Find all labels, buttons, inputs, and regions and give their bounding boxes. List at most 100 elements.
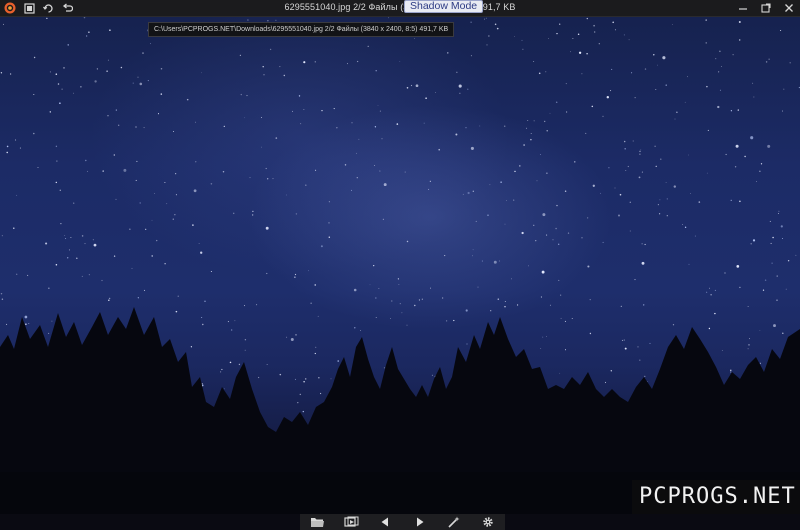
star: [750, 136, 754, 140]
star: [303, 380, 305, 383]
star: [123, 168, 127, 172]
star: [708, 327, 711, 330]
star: [467, 191, 470, 195]
star: [653, 54, 655, 56]
star: [102, 170, 104, 172]
star: [540, 348, 542, 350]
star: [107, 59, 109, 61]
star: [770, 242, 772, 244]
settings-icon[interactable]: [479, 515, 497, 529]
star: [564, 190, 567, 192]
star: [484, 18, 485, 20]
star: [59, 189, 61, 191]
star: [732, 54, 734, 56]
star: [303, 61, 306, 64]
star: [92, 239, 94, 241]
minimize-icon[interactable]: [736, 1, 750, 15]
star: [752, 239, 756, 242]
star: [705, 42, 707, 44]
star: [521, 231, 524, 235]
star: [256, 304, 258, 306]
star: [83, 17, 86, 19]
star: [618, 214, 620, 217]
star: [586, 17, 588, 20]
star: [581, 237, 583, 239]
star: [739, 286, 741, 289]
star: [67, 44, 69, 46]
star: [166, 203, 168, 205]
star: [328, 201, 331, 203]
star: [465, 127, 467, 129]
star: [132, 82, 134, 84]
star: [294, 378, 296, 380]
star: [24, 315, 28, 319]
star: [565, 111, 568, 113]
star: [65, 238, 67, 239]
star: [759, 362, 761, 364]
image-viewer[interactable]: [0, 17, 800, 514]
star: [767, 144, 771, 148]
star: [328, 222, 330, 224]
star: [109, 29, 111, 31]
star: [638, 176, 641, 179]
star: [556, 32, 558, 35]
star: [738, 39, 741, 41]
star: [262, 65, 264, 68]
star: [760, 163, 763, 165]
maximize-icon[interactable]: [759, 1, 773, 15]
star: [570, 51, 572, 53]
star: [768, 58, 770, 60]
star: [283, 74, 286, 77]
star: [719, 89, 721, 91]
star: [290, 338, 294, 341]
star: [715, 58, 717, 60]
star: [694, 235, 696, 237]
star: [589, 332, 592, 335]
star: [486, 44, 488, 46]
star: [297, 401, 299, 404]
star: [173, 131, 174, 133]
star: [373, 264, 375, 267]
previous-icon[interactable]: [376, 515, 394, 529]
star: [429, 180, 431, 182]
star: [378, 288, 380, 290]
star: [730, 371, 732, 373]
star: [546, 172, 548, 175]
star: [396, 123, 399, 125]
close-icon[interactable]: [782, 1, 796, 15]
star: [55, 181, 58, 184]
star: [591, 105, 594, 108]
open-folder-icon[interactable]: [308, 515, 326, 529]
star: [314, 61, 316, 63]
star: [414, 38, 415, 40]
star: [445, 320, 448, 322]
star: [756, 180, 757, 182]
star: [96, 68, 99, 70]
star: [706, 172, 708, 174]
star: [783, 88, 785, 90]
next-icon[interactable]: [411, 515, 429, 529]
star: [776, 299, 778, 301]
star: [600, 192, 601, 194]
star: [375, 316, 377, 318]
star: [548, 38, 549, 39]
star: [1, 298, 4, 301]
star: [33, 93, 35, 96]
star: [374, 165, 375, 167]
star: [674, 118, 676, 120]
star: [769, 220, 771, 222]
window-title: 6295551040.jpg 2/2 Файлы (3840 x 2400, 8…: [284, 2, 516, 12]
slideshow-icon[interactable]: [342, 515, 360, 529]
star: [418, 299, 420, 301]
star: [210, 183, 213, 185]
star: [598, 43, 600, 45]
star: [425, 97, 427, 99]
star: [120, 66, 123, 69]
star: [142, 52, 144, 54]
magic-wand-icon[interactable]: [445, 515, 463, 529]
star: [154, 193, 155, 194]
star: [634, 97, 636, 99]
star: [604, 381, 607, 384]
star: [610, 90, 612, 92]
star: [705, 19, 707, 21]
